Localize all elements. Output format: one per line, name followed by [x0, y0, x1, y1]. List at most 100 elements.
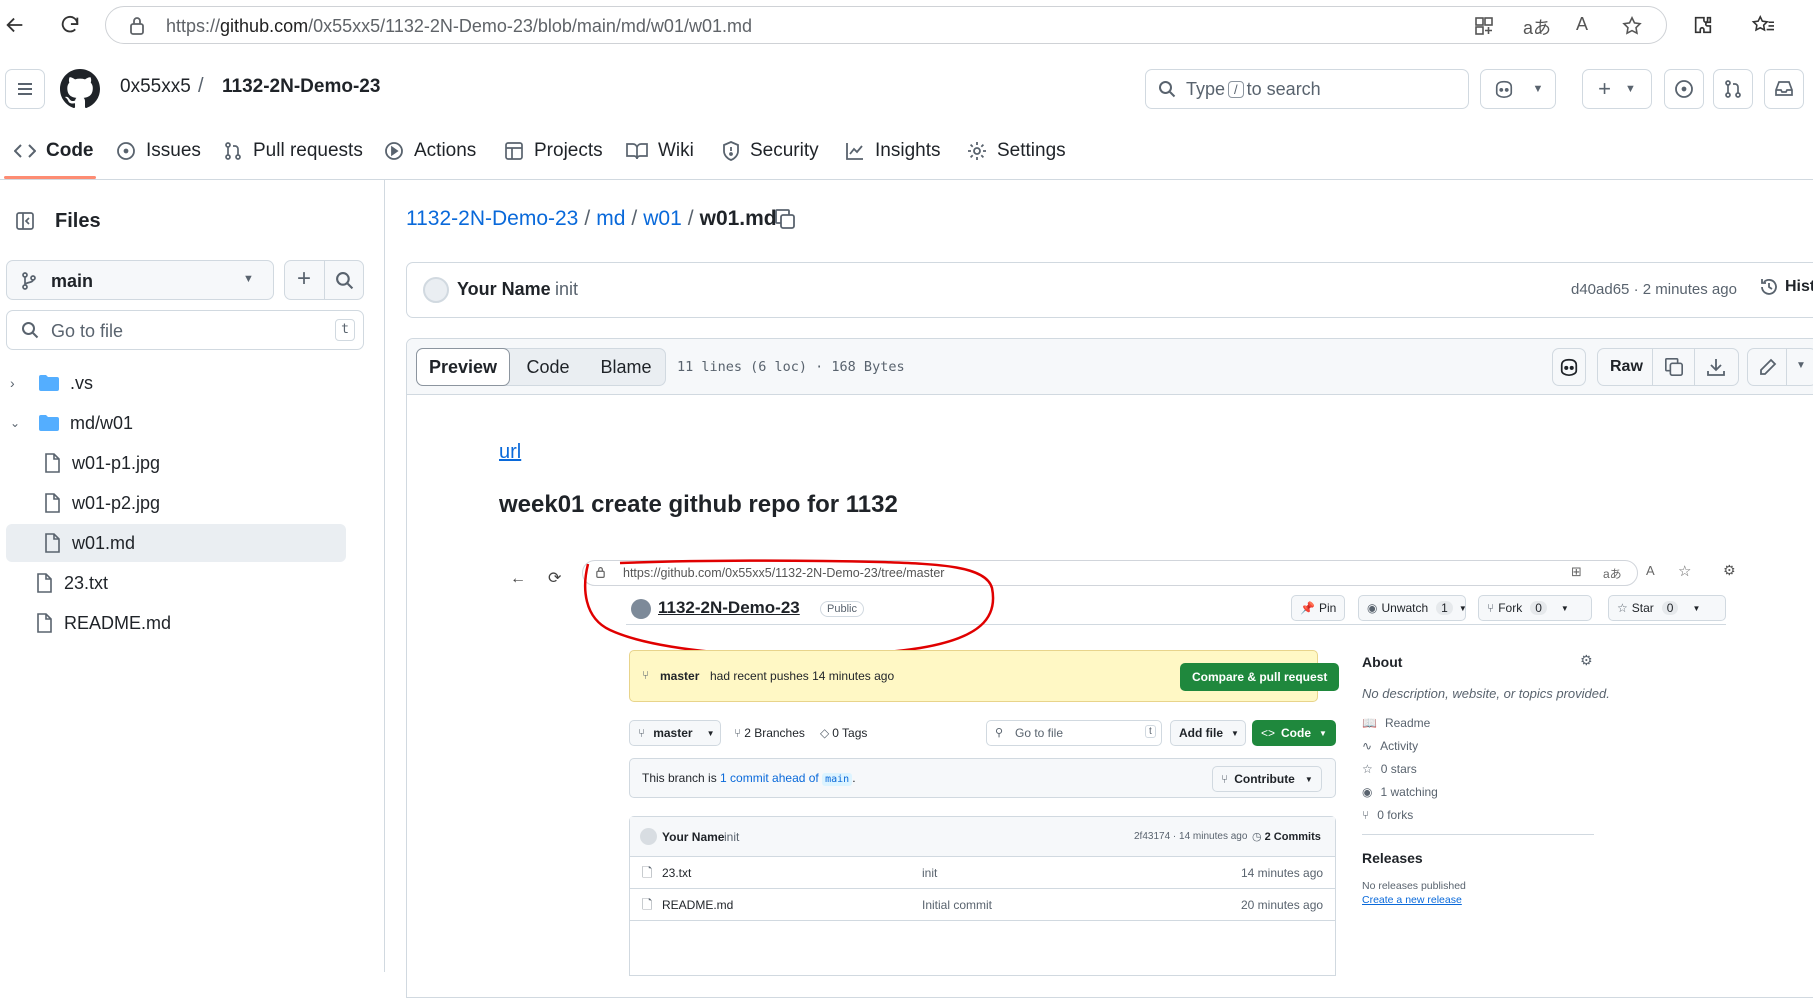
tab-security[interactable]: Security: [722, 130, 819, 172]
pull-requests-button[interactable]: [1713, 69, 1753, 109]
branches-label: 2 Branches: [744, 726, 805, 740]
image-commit-row: Your Name init 2f43174 · 14 minutes ago …: [630, 817, 1335, 857]
add-file-button[interactable]: +: [284, 260, 364, 300]
copy-path-button[interactable]: [774, 208, 796, 230]
plus-icon[interactable]: +: [297, 265, 311, 293]
app-grid-icon: ⊞: [1571, 564, 1582, 579]
refresh-icon: ⟳: [548, 570, 562, 587]
folder-open-icon: [39, 415, 59, 431]
commit-author[interactable]: Your Name: [457, 279, 551, 300]
collapse-sidebar-button[interactable]: [6, 202, 44, 240]
tree-file-w01-md-selected[interactable]: w01.md: [6, 524, 346, 562]
files-title: Files: [55, 210, 101, 232]
extensions-icon[interactable]: [1688, 10, 1718, 40]
breadcrumb-repo-link[interactable]: 1132-2N-Demo-23: [406, 207, 578, 230]
lock-icon[interactable]: [128, 16, 146, 36]
markdown-link[interactable]: url: [499, 441, 521, 464]
chevron-down-icon[interactable]: ▼: [1796, 360, 1806, 371]
translate-icon[interactable]: aあ: [1523, 14, 1551, 40]
sidebar-collapse-icon: [16, 212, 34, 230]
raw-button[interactable]: Raw: [1597, 348, 1739, 386]
add-file-label: Add file: [1179, 726, 1223, 740]
tree-file-w01-p1[interactable]: w01-p1.jpg: [44, 444, 344, 482]
shortcut-key-badge: t: [335, 319, 355, 341]
folder-icon: [39, 375, 59, 391]
back-arrow-icon[interactable]: [0, 10, 30, 40]
file-icon: 🗋: [642, 897, 653, 912]
owner-repo-separator: /: [198, 75, 204, 97]
search-icon: [1158, 80, 1176, 98]
pin-button: 📌 Pin: [1291, 595, 1346, 621]
star-label: Star: [1631, 601, 1654, 615]
tree-file-w01-p2[interactable]: w01-p2.jpg: [44, 484, 344, 522]
tab-wiki[interactable]: Wiki: [626, 130, 694, 172]
branch-selector[interactable]: main ▼: [6, 260, 274, 300]
fork-icon: ⑂: [1487, 601, 1495, 615]
about-description: No description, website, or topics provi…: [1362, 686, 1610, 701]
compare-pull-request-button: Compare & pull request: [1180, 663, 1340, 691]
copilot-chat-button[interactable]: [1552, 348, 1586, 386]
about-item-label: 0 forks: [1377, 808, 1414, 822]
go-to-file-input[interactable]: Go to file t: [6, 310, 364, 350]
releases-none: No releases published: [1362, 880, 1466, 892]
chevron-down-icon: ▼: [1319, 728, 1327, 738]
preview-tab[interactable]: Preview: [416, 348, 510, 386]
search-icon[interactable]: [335, 271, 354, 290]
avatar[interactable]: [423, 277, 449, 303]
tab-code[interactable]: Code: [14, 130, 94, 172]
favorite-star-icon[interactable]: [1621, 15, 1643, 37]
tree-file-23-txt[interactable]: 23.txt: [36, 564, 336, 602]
refresh-icon[interactable]: [55, 10, 85, 40]
copilot-button[interactable]: ▼: [1480, 69, 1556, 109]
search-input[interactable]: Type / to search: [1145, 69, 1469, 109]
breadcrumb-w01-link[interactable]: w01: [643, 207, 682, 230]
tab-issues[interactable]: Issues: [116, 130, 201, 172]
file-icon: [45, 493, 60, 513]
blame-tab[interactable]: Blame: [586, 348, 666, 386]
issues-button[interactable]: [1664, 69, 1704, 109]
tab-projects[interactable]: Projects: [504, 130, 603, 172]
gear-icon: [968, 142, 986, 160]
chevron-down-icon: ▼: [706, 728, 715, 738]
create-new-button[interactable]: + ▼: [1582, 69, 1652, 109]
inbox-button[interactable]: [1764, 69, 1804, 109]
book-icon: [626, 143, 648, 160]
search-icon: ⚲: [995, 727, 1004, 739]
table-row: 🗋 23.txt init 14 minutes ago: [630, 857, 1335, 889]
address-bar[interactable]: https://github.com/0x55xx5/1132-2N-Demo-…: [105, 6, 1667, 44]
inbox-icon: [1775, 81, 1793, 96]
breadcrumb-md-link[interactable]: md: [596, 207, 625, 230]
tab-settings[interactable]: Settings: [967, 130, 1066, 172]
tree-file-readme[interactable]: README.md: [36, 604, 336, 642]
url-text[interactable]: https://github.com/0x55xx5/1132-2N-Demo-…: [166, 16, 752, 37]
menu-button[interactable]: [5, 69, 45, 109]
read-aloud-icon[interactable]: A: [1576, 14, 1588, 35]
commit-sha-time[interactable]: d40ad65 · 2 minutes ago: [1571, 281, 1737, 298]
commit-message[interactable]: init: [555, 279, 578, 300]
tree-folder-vs[interactable]: › .vs: [6, 364, 344, 402]
edit-file-button[interactable]: ▼: [1747, 348, 1813, 386]
copilot-icon: [1495, 80, 1512, 99]
copy-icon[interactable]: [1664, 357, 1684, 377]
repo-link[interactable]: 1132-2N-Demo-23: [222, 76, 380, 98]
pull-request-icon: [225, 142, 241, 160]
tab-pull-requests[interactable]: Pull requests: [223, 130, 363, 172]
tree-folder-md-w01[interactable]: ⌄ md/w01: [6, 404, 344, 442]
github-logo-icon[interactable]: [60, 69, 100, 109]
code-view-tab[interactable]: Code: [510, 348, 586, 386]
shield-icon: [723, 141, 739, 161]
create-release-link: Create a new release: [1362, 894, 1462, 906]
tree-item-label: md/w01: [70, 412, 134, 433]
tags-label: 0 Tags: [832, 726, 868, 740]
copilot-icon: [1560, 358, 1578, 377]
file-toolbar: Preview Code Blame 11 lines (6 loc) · 16…: [407, 339, 1813, 395]
history-button[interactable]: History: [1759, 277, 1813, 297]
tab-insights[interactable]: Insights: [845, 130, 940, 172]
app-grid-icon[interactable]: [1474, 16, 1494, 36]
tab-actions[interactable]: Actions: [384, 130, 476, 172]
favorites-icon[interactable]: [1748, 10, 1778, 40]
owner-link[interactable]: 0x55xx5: [120, 76, 191, 98]
image-commit-author: Your Name: [662, 830, 725, 844]
download-icon[interactable]: [1706, 357, 1726, 377]
row-file-name: README.md: [662, 898, 734, 912]
